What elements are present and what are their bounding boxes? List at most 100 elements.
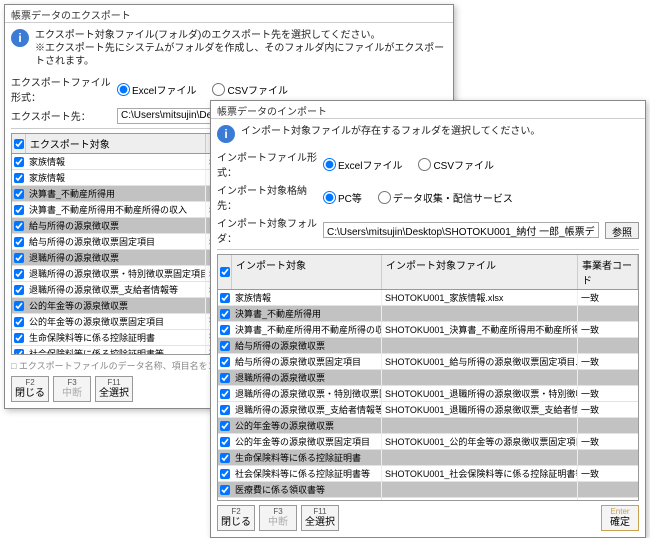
row-check[interactable] — [12, 250, 26, 265]
row-check[interactable] — [12, 298, 26, 313]
cell: 一致 — [578, 498, 638, 500]
table-row[interactable]: 退職所得の源泉徴収票_支給者情報等SHOTOKU001_退職所得の源泉徴収票_支… — [218, 402, 638, 418]
iradio-excel[interactable]: Excelファイル — [323, 157, 402, 172]
cell — [578, 482, 638, 497]
export-msg: エクスポート対象ファイル(フォルダ)のエクスポート先を選択してください。※エクス… — [35, 29, 447, 68]
cell: 一致 — [578, 402, 638, 417]
cell: SHOTOKU001_退職所得の源泉徴収票_支給者情報等.xlsx — [382, 402, 578, 417]
cell: 決算書_不動産所得用不動産所得の収入 — [232, 322, 382, 337]
iradio-pc[interactable]: PC等 — [323, 190, 362, 205]
import-rows[interactable]: 家族情報SHOTOKU001_家族情報.xlsx一致決算書_不動産所得用決算書_… — [218, 290, 638, 500]
abort-button[interactable]: F3中断 — [53, 376, 91, 402]
table-row[interactable]: 公的年金等の源泉徴収票固定項目SHOTOKU001_公的年金等の源泉徴収票固定項… — [218, 434, 638, 450]
import-msg: インポート対象ファイルが存在するフォルダを選択してください。 — [241, 125, 540, 138]
row-check[interactable] — [12, 346, 26, 354]
table-row[interactable]: 医療費に係る領収書等 — [218, 482, 638, 498]
row-check[interactable] — [12, 154, 26, 169]
cell: 生命保険料等に係る控除証明書 — [232, 450, 382, 465]
row-check[interactable] — [218, 290, 232, 305]
radio-excel[interactable]: Excelファイル — [117, 82, 196, 97]
ifile-format-label: インポートファイル形式： — [217, 149, 317, 179]
cell: 公的年金等の源泉徴収票固定項目 — [232, 434, 382, 449]
table-row[interactable]: 決算書_不動産所得用 — [218, 306, 638, 322]
row-check[interactable] — [12, 170, 26, 185]
header-check[interactable] — [12, 134, 26, 153]
row-check[interactable] — [218, 450, 232, 465]
row-check[interactable] — [12, 266, 26, 281]
cell: SHOTOKU001_医療費に係る領収書等(医療費通知).xlsx — [382, 498, 578, 500]
cell: 退職所得の源泉徴収票・特別徴収票固定項目 — [232, 386, 382, 401]
table-row[interactable]: 給与所得の源泉徴収票 — [218, 338, 638, 354]
row-check[interactable] — [12, 330, 26, 345]
row-check[interactable] — [218, 306, 232, 321]
cell: 決算書_不動産所得用 — [232, 306, 382, 321]
cell: 社会保険料等に係る控除証明書等 — [26, 346, 206, 354]
row-check[interactable] — [218, 354, 232, 369]
row-check[interactable] — [218, 418, 232, 433]
iabort-button[interactable]: F3中断 — [259, 505, 297, 531]
row-check[interactable] — [218, 338, 232, 353]
cell: 一致 — [578, 322, 638, 337]
row-check[interactable] — [218, 386, 232, 401]
cell: 退職所得の源泉徴収票_支給者情報等 — [232, 402, 382, 417]
iheader-check[interactable] — [218, 255, 232, 289]
table-row[interactable]: 決算書_不動産所得用不動産所得の収入SHOTOKU001_決算書_不動産所得用不… — [218, 322, 638, 338]
row-check[interactable] — [12, 218, 26, 233]
row-check[interactable] — [12, 202, 26, 217]
iradio-csv[interactable]: CSVファイル — [418, 157, 494, 172]
cell: 一致 — [578, 290, 638, 305]
cell — [382, 450, 578, 465]
row-check[interactable] — [218, 466, 232, 481]
table-row[interactable]: 公的年金等の源泉徴収票 — [218, 418, 638, 434]
cell: 給与所得の源泉徴収票 — [232, 338, 382, 353]
table-row[interactable]: 家族情報SHOTOKU001_家族情報.xlsx一致 — [218, 290, 638, 306]
ibrowse-button[interactable]: 参照 — [605, 222, 639, 239]
icol-code: 事業者コード — [578, 255, 638, 289]
row-check[interactable] — [218, 322, 232, 337]
cell: 退職所得の源泉徴収票 — [232, 370, 382, 385]
confirm-button[interactable]: Enter確定 — [601, 505, 639, 531]
import-grid: インポート対象 インポート対象ファイル 事業者コード 家族情報SHOTOKU00… — [217, 254, 639, 501]
row-check[interactable] — [218, 434, 232, 449]
row-check[interactable] — [12, 282, 26, 297]
table-row[interactable]: 退職所得の源泉徴収票・特別徴収票固定項目SHOTOKU001_退職所得の源泉徴収… — [218, 386, 638, 402]
cell — [578, 418, 638, 433]
table-row[interactable]: 生命保険料等に係る控除証明書 — [218, 450, 638, 466]
row-check[interactable] — [12, 186, 26, 201]
cell: 医療費に係る領収書等 — [232, 482, 382, 497]
cell: 社会保険料等に係る控除証明書等 — [232, 466, 382, 481]
radio-csv[interactable]: CSVファイル — [212, 82, 288, 97]
row-check[interactable] — [218, 482, 232, 497]
cell — [578, 370, 638, 385]
iclose-button[interactable]: F2閉じる — [217, 505, 255, 531]
selectall-button[interactable]: F11全選択 — [95, 376, 133, 402]
row-check[interactable] — [12, 314, 26, 329]
cell: 公的年金等の源泉徴収票 — [26, 298, 206, 313]
cell: 一致 — [578, 434, 638, 449]
table-row[interactable]: 医療費に係る領収書等(医療費通知)SHOTOKU001_医療費に係る領収書等(医… — [218, 498, 638, 500]
ifolder-input[interactable] — [323, 222, 599, 238]
cell: 家族情報 — [26, 154, 206, 169]
close-button[interactable]: F2閉じる — [11, 376, 49, 402]
info-icon: i — [217, 125, 235, 143]
cell: SHOTOKU001_公的年金等の源泉徴収票固定項目.xlsx — [382, 434, 578, 449]
row-check[interactable] — [218, 370, 232, 385]
table-row[interactable]: 給与所得の源泉徴収票固定項目SHOTOKU001_給与所得の源泉徴収票固定項目.… — [218, 354, 638, 370]
file-format-label: エクスポートファイル形式： — [11, 74, 111, 104]
icol-target: インポート対象 — [232, 255, 382, 289]
info-icon: i — [11, 29, 29, 47]
row-check[interactable] — [12, 234, 26, 249]
row-check[interactable] — [218, 402, 232, 417]
table-row[interactable]: 退職所得の源泉徴収票 — [218, 370, 638, 386]
row-check[interactable] — [218, 498, 232, 500]
dest-label: エクスポート先： — [11, 108, 111, 123]
icol-file: インポート対象ファイル — [382, 255, 578, 289]
iselectall-button[interactable]: F11全選択 — [301, 505, 339, 531]
iradio-svc[interactable]: データ収集・配信サービス — [378, 190, 513, 205]
table-row[interactable]: 社会保険料等に係る控除証明書等SHOTOKU001_社会保険料等に係る控除証明書… — [218, 466, 638, 482]
cell — [382, 370, 578, 385]
cell — [382, 418, 578, 433]
cell: SHOTOKU001_決算書_不動産所得用不動産所得の収入.xlsx — [382, 322, 578, 337]
cell: 公的年金等の源泉徴収票 — [232, 418, 382, 433]
cell: 給与所得の源泉徴収票固定項目 — [232, 354, 382, 369]
